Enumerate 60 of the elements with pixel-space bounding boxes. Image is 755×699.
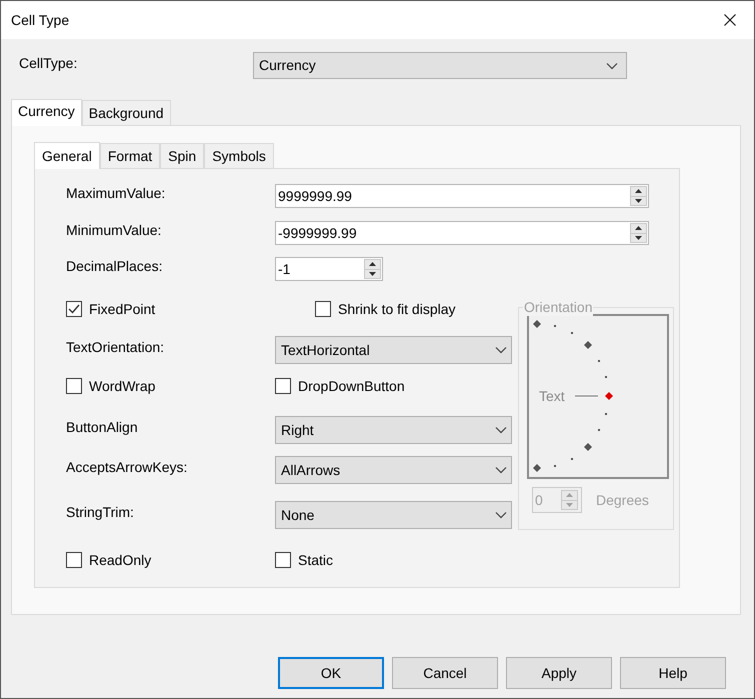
checkbox-label: ReadOnly [89,550,152,570]
field-label: AcceptsArrowKeys: [66,458,188,477]
chevron-down-icon [495,511,507,519]
field-label: StringTrim: [66,502,135,522]
number-field[interactable]: -1 [275,257,383,281]
down-arrow-icon [635,198,642,203]
tab[interactable]: Background [82,100,171,125]
checkbox[interactable] [275,552,291,568]
checkbox[interactable] [66,552,82,568]
chevron-down-icon [495,466,507,474]
dropdown[interactable]: AllArrows [275,456,512,484]
down-arrow-icon [635,236,642,240]
dialog-button[interactable]: Cancel [392,657,498,689]
checkbox[interactable] [275,378,291,394]
tab[interactable]: Spin [160,143,204,168]
dialog-button[interactable]: Apply [506,657,612,689]
checkbox-label: Static [298,550,334,570]
spin-buttons[interactable] [630,186,647,206]
chevron-down-icon [495,426,507,434]
spin-buttons[interactable] [364,259,381,279]
number-field[interactable]: -9999999.99 [275,221,649,245]
dropdown[interactable]: None [275,501,512,529]
checkbox[interactable] [315,301,331,317]
dropdown[interactable]: TextHorizontal [275,336,512,364]
checkbox[interactable] [66,301,82,317]
dialog-button[interactable]: OK [278,657,384,689]
field-label: MinimumValue: [66,220,162,240]
chevron-down-icon [606,62,618,70]
checkbox-label: FixedPoint [89,300,156,318]
chevron-down-icon [495,346,507,354]
dropdown[interactable]: Currency [253,52,627,79]
tab[interactable]: Currency [11,99,82,126]
down-arrow-icon [566,502,573,507]
window-title: Cell Type [11,10,70,30]
up-arrow-icon [566,493,573,498]
down-arrow-icon [369,272,376,276]
field-label: MaximumValue: [66,184,166,202]
tab[interactable]: General [34,142,100,169]
close-icon[interactable] [724,14,736,26]
field-label: DecimalPlaces: [66,256,164,276]
field-label: ButtonAlign [66,418,139,437]
check-icon [68,304,80,314]
pointer-icon[interactable] [605,392,613,400]
dialog-button[interactable]: Help [620,657,726,689]
field-label: TextOrientation: [66,338,166,356]
up-arrow-icon [369,262,376,266]
checkbox-label: Shrink to fit display [338,300,456,319]
unit-label: Degrees [596,490,649,510]
up-arrow-icon [635,226,642,230]
checkbox-label: DropDownButton [298,376,405,396]
up-arrow-icon [635,189,642,194]
number-field[interactable]: 9999999.99 [275,184,649,208]
dropdown[interactable]: Right [275,416,512,444]
dial-text: Text [539,388,565,404]
checkbox[interactable] [66,378,82,394]
field-label: CellType: [19,54,78,73]
spin-buttons[interactable] [630,223,647,243]
checkbox-label: WordWrap [89,376,156,396]
tab[interactable]: Format [100,143,160,168]
tab[interactable]: Symbols [204,143,274,168]
